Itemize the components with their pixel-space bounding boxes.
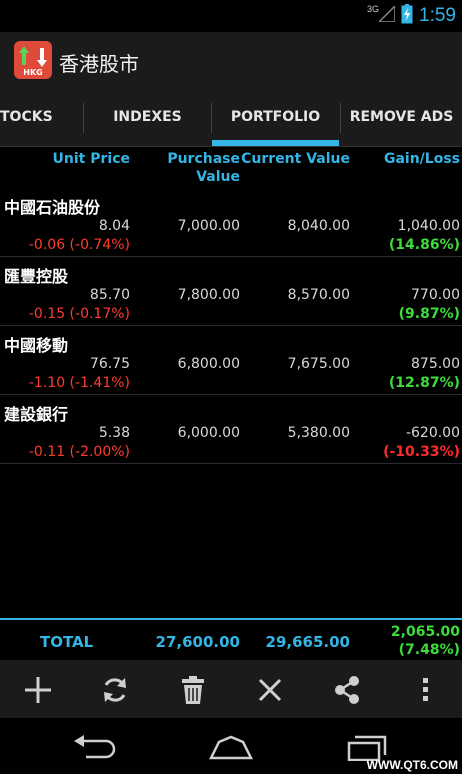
system-nav-bar: WWW.QT6.COM	[0, 718, 462, 774]
unit-price: 76.75	[89, 356, 130, 372]
stock-name: 中國石油股份	[4, 198, 101, 217]
portfolio-row[interactable]: 中國石油股份 8.04 -0.06 (-0.74%) 7,000.00 8,04…	[0, 188, 462, 257]
price-change: -1.10 (-1.41%)	[28, 375, 130, 391]
portfolio-list: 中國石油股份 8.04 -0.06 (-0.74%) 7,000.00 8,04…	[0, 188, 462, 464]
purchase-value: 6,000.00	[177, 425, 240, 441]
tab-stocks[interactable]: TOCKS	[0, 89, 82, 146]
refresh-icon[interactable]	[95, 670, 135, 710]
app-logo-text: HKG	[23, 68, 42, 77]
gain-loss-amount: 770.00	[411, 287, 460, 303]
tab-bar: TOCKS INDEXES PORTFOLIO REMOVE ADS	[0, 89, 462, 147]
stock-name: 建設銀行	[4, 405, 69, 424]
add-icon[interactable]	[18, 670, 58, 710]
gain-loss-percent: (14.86%)	[388, 237, 460, 253]
tab-remove-ads[interactable]: REMOVE ADS	[341, 89, 462, 146]
column-header-purchase-line1: Purchase	[167, 151, 240, 167]
current-value: 5,380.00	[287, 425, 350, 441]
gain-loss-percent: (-10.33%)	[383, 444, 460, 460]
battery-icon	[401, 4, 413, 28]
gain-loss-amount: 1,040.00	[397, 218, 460, 234]
stock-name: 匯豐控股	[4, 267, 69, 286]
status-bar: 3G 1:59	[0, 0, 462, 32]
gain-loss-percent: (12.87%)	[388, 375, 460, 391]
price-change: -0.11 (-2.00%)	[28, 444, 130, 460]
total-summary: TOTAL 27,600.00 29,665.00 2,065.00 (7.48…	[0, 618, 462, 662]
column-header-purchase-line2: Value	[196, 169, 240, 185]
total-purchase-value: 27,600.00	[155, 633, 240, 651]
column-header-gain-loss: Gain/Loss	[383, 151, 460, 167]
gain-loss-percent: (9.87%)	[398, 306, 460, 322]
clock: 1:59	[419, 5, 456, 26]
signal-icon	[377, 4, 396, 26]
portfolio-row[interactable]: 建設銀行 5.38 -0.11 (-2.00%) 6,000.00 5,380.…	[0, 395, 462, 464]
current-value: 7,675.00	[287, 356, 350, 372]
close-icon[interactable]	[250, 670, 290, 710]
share-icon[interactable]	[327, 670, 367, 710]
home-icon[interactable]	[201, 732, 261, 762]
total-gain-percent: (7.48%)	[398, 642, 460, 658]
tab-indexes[interactable]: INDEXES	[84, 89, 211, 146]
total-label: TOTAL	[40, 633, 94, 651]
app-logo-icon[interactable]: HKG	[14, 41, 52, 79]
portfolio-row[interactable]: 匯豐控股 85.70 -0.15 (-0.17%) 7,800.00 8,570…	[0, 257, 462, 326]
total-current-value: 29,665.00	[265, 633, 350, 651]
unit-price: 5.38	[98, 425, 130, 441]
price-change: -0.15 (-0.17%)	[28, 306, 130, 322]
price-change: -0.06 (-0.74%)	[28, 237, 130, 253]
bottom-toolbar	[0, 660, 462, 718]
column-header-unit-price: Unit Price	[52, 151, 130, 167]
current-value: 8,040.00	[287, 218, 350, 234]
gain-loss-amount: 875.00	[411, 356, 460, 372]
watermark-text: WWW.QT6.COM	[366, 758, 458, 772]
purchase-value: 6,800.00	[177, 356, 240, 372]
column-header-current-value: Current Value	[241, 151, 350, 167]
overflow-menu-icon[interactable]	[405, 670, 445, 710]
purchase-value: 7,800.00	[177, 287, 240, 303]
purchase-value: 7,000.00	[177, 218, 240, 234]
total-gain-amount: 2,065.00	[390, 624, 460, 640]
column-header-purchase-value: Purchase Value	[167, 150, 240, 186]
delete-icon[interactable]	[173, 670, 213, 710]
network-type-label: 3G	[367, 4, 380, 14]
gain-loss-amount: -620.00	[405, 425, 460, 441]
active-tab-indicator	[212, 140, 339, 146]
stock-name: 中國移動	[4, 336, 69, 355]
current-value: 8,570.00	[287, 287, 350, 303]
action-bar: HKG 香港股市	[0, 32, 462, 89]
portfolio-row[interactable]: 中國移動 76.75 -1.10 (-1.41%) 6,800.00 7,675…	[0, 326, 462, 395]
unit-price: 85.70	[89, 287, 130, 303]
back-icon[interactable]	[64, 732, 124, 762]
app-title: 香港股市	[59, 52, 139, 76]
tab-portfolio[interactable]: PORTFOLIO	[212, 89, 339, 146]
unit-price: 8.04	[98, 218, 130, 234]
